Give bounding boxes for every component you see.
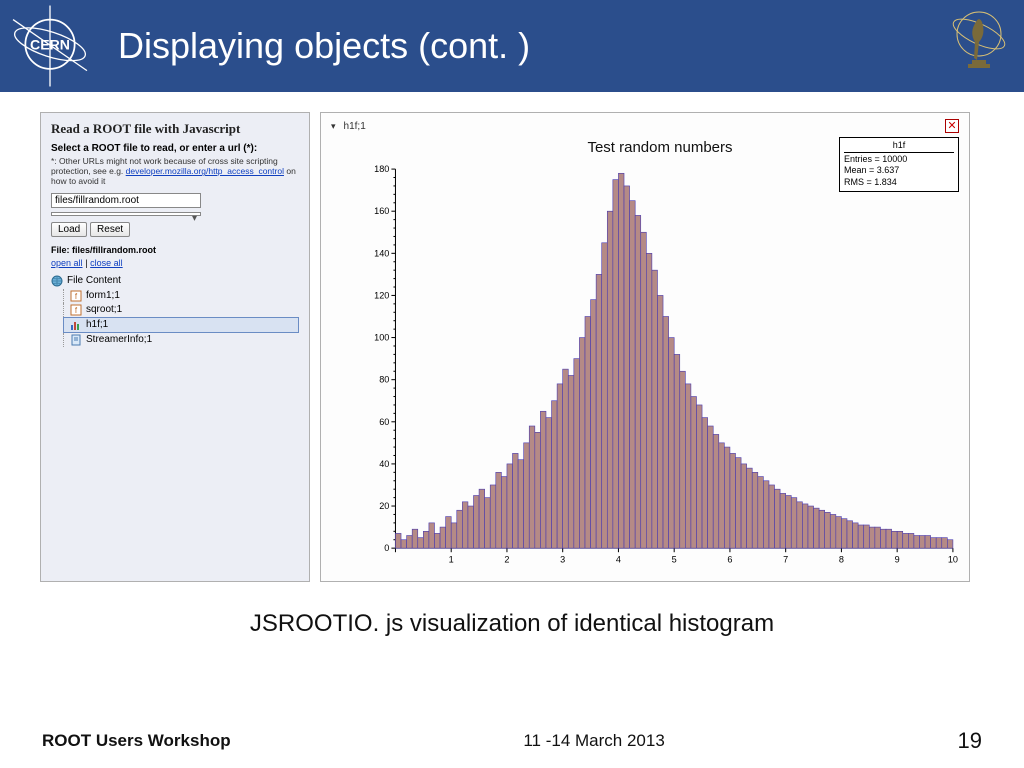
histogram-icon (70, 319, 82, 331)
svg-text:CERN: CERN (30, 37, 70, 53)
file-dropdown[interactable] (51, 212, 201, 216)
footer-page-number: 19 (958, 728, 982, 754)
url-input[interactable] (51, 193, 201, 208)
slide-body: Read a ROOT file with Javascript Select … (0, 92, 1024, 582)
file-tree: File Content f form1;1 f sqroot;1 h1f;1 … (51, 275, 299, 347)
chevron-down-icon[interactable]: ▾ (331, 121, 336, 132)
reset-button[interactable]: Reset (90, 222, 130, 237)
globe-icon (51, 275, 63, 287)
svg-text:7: 7 (783, 554, 788, 564)
svg-text:140: 140 (374, 248, 389, 258)
svg-text:80: 80 (379, 375, 389, 385)
tree-root[interactable]: File Content (51, 275, 299, 287)
slide-header: CERN Displaying objects (cont. ) (0, 0, 1024, 92)
svg-text:20: 20 (379, 501, 389, 511)
slide-caption: JSROOTIO. js visualization of identical … (0, 610, 1024, 638)
chart-tab-bar: ▾ h1f;1 ✕ (325, 117, 965, 135)
tree-item-h1f[interactable]: h1f;1 (63, 317, 299, 333)
formula-icon: f (70, 304, 82, 316)
tree-item-label: form1;1 (86, 290, 120, 301)
svg-text:160: 160 (374, 206, 389, 216)
svg-text:100: 100 (374, 333, 389, 343)
info-icon (70, 334, 82, 346)
cern-logo-icon: CERN (0, 0, 100, 92)
chart-tab-label[interactable]: h1f;1 (344, 121, 366, 132)
svg-text:4: 4 (616, 554, 621, 564)
svg-text:120: 120 (374, 290, 389, 300)
tree-root-label: File Content (67, 275, 121, 286)
panel-subtitle: Select a ROOT file to read, or enter a u… (51, 143, 299, 154)
svg-text:9: 9 (895, 554, 900, 564)
footer-left: ROOT Users Workshop (42, 731, 231, 751)
svg-text:10: 10 (948, 554, 958, 564)
tree-item-streamerinfo[interactable]: StreamerInfo;1 (63, 333, 299, 347)
panel-title: Read a ROOT file with Javascript (51, 121, 299, 137)
tree-item-label: StreamerInfo;1 (86, 334, 152, 345)
note-link[interactable]: developer.mozilla.org/http_access_contro… (126, 166, 284, 176)
chart-area: Test random numbers h1f Entries = 10000 … (361, 139, 959, 567)
tree-item-sqroot[interactable]: f sqroot;1 (63, 303, 299, 317)
svg-text:1: 1 (449, 554, 454, 564)
svg-text:8: 8 (839, 554, 844, 564)
formula-icon: f (70, 290, 82, 302)
svg-text:60: 60 (379, 417, 389, 427)
file-reader-panel: Read a ROOT file with Javascript Select … (40, 112, 310, 582)
tree-actions: open all | close all (51, 258, 299, 269)
footer-mid: 11 -14 March 2013 (523, 731, 664, 751)
tree-item-label: sqroot;1 (86, 304, 122, 315)
close-icon[interactable]: ✕ (945, 119, 959, 133)
open-all-link[interactable]: open all (51, 258, 83, 268)
svg-text:6: 6 (727, 554, 732, 564)
tree-item-label: h1f;1 (86, 319, 108, 330)
panel-note: *: Other URLs might not work because of … (51, 156, 299, 187)
svg-text:2: 2 (504, 554, 509, 564)
svg-text:5: 5 (672, 554, 677, 564)
svg-text:3: 3 (560, 554, 565, 564)
atlas-figure-icon (944, 4, 1014, 88)
svg-text:0: 0 (384, 543, 389, 553)
slide-footer: ROOT Users Workshop 11 -14 March 2013 19 (0, 728, 1024, 754)
svg-text:40: 40 (379, 459, 389, 469)
histogram-plot: 0 20 40 60 80 100 120 140 160 180 1 2 3 4 5 6 7 8 9 10 (361, 163, 959, 568)
close-all-link[interactable]: close all (90, 258, 123, 268)
stat-name: h1f (844, 140, 954, 153)
file-path-label: File: files/fillrandom.root (51, 245, 299, 255)
load-button[interactable]: Load (51, 222, 87, 237)
chart-panel: ▾ h1f;1 ✕ Test random numbers h1f Entrie… (320, 112, 970, 582)
svg-text:180: 180 (374, 164, 389, 174)
tree-item-form1[interactable]: f form1;1 (63, 289, 299, 303)
slide-title: Displaying objects (cont. ) (118, 25, 530, 67)
